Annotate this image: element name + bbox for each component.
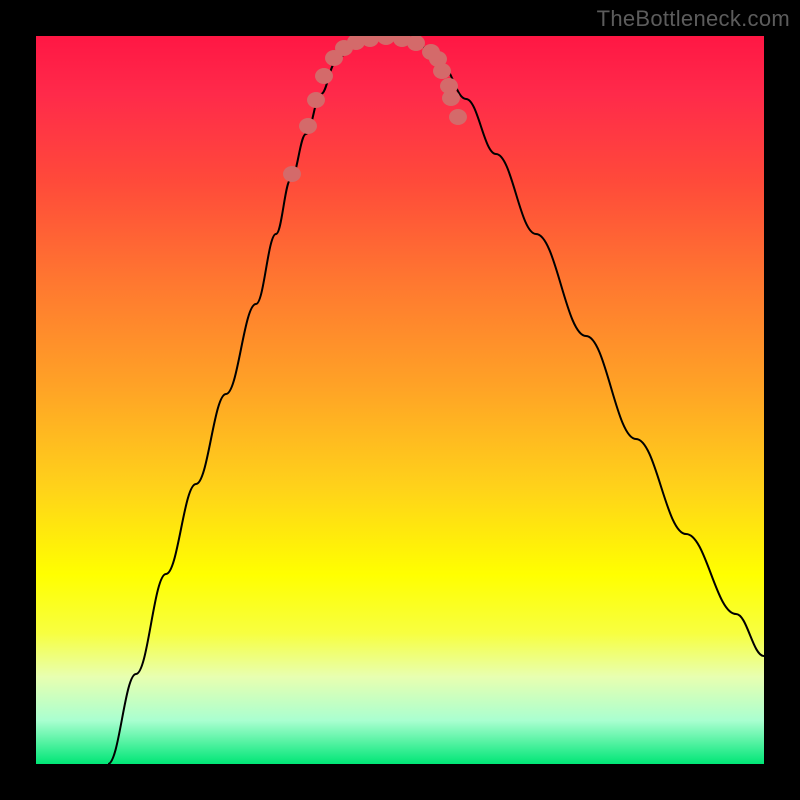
chart-svg (36, 36, 764, 764)
data-marker (377, 36, 395, 45)
data-marker (449, 109, 467, 125)
chart-frame: TheBottleneck.com (0, 0, 800, 800)
watermark-text: TheBottleneck.com (597, 6, 790, 32)
data-marker (407, 36, 425, 51)
data-marker (283, 166, 301, 182)
plot-area (36, 36, 764, 764)
data-marker (442, 90, 460, 106)
data-marker (315, 68, 333, 84)
data-marker (433, 63, 451, 79)
data-marker (307, 92, 325, 108)
bottleneck-curve (108, 37, 764, 764)
data-marker (299, 118, 317, 134)
